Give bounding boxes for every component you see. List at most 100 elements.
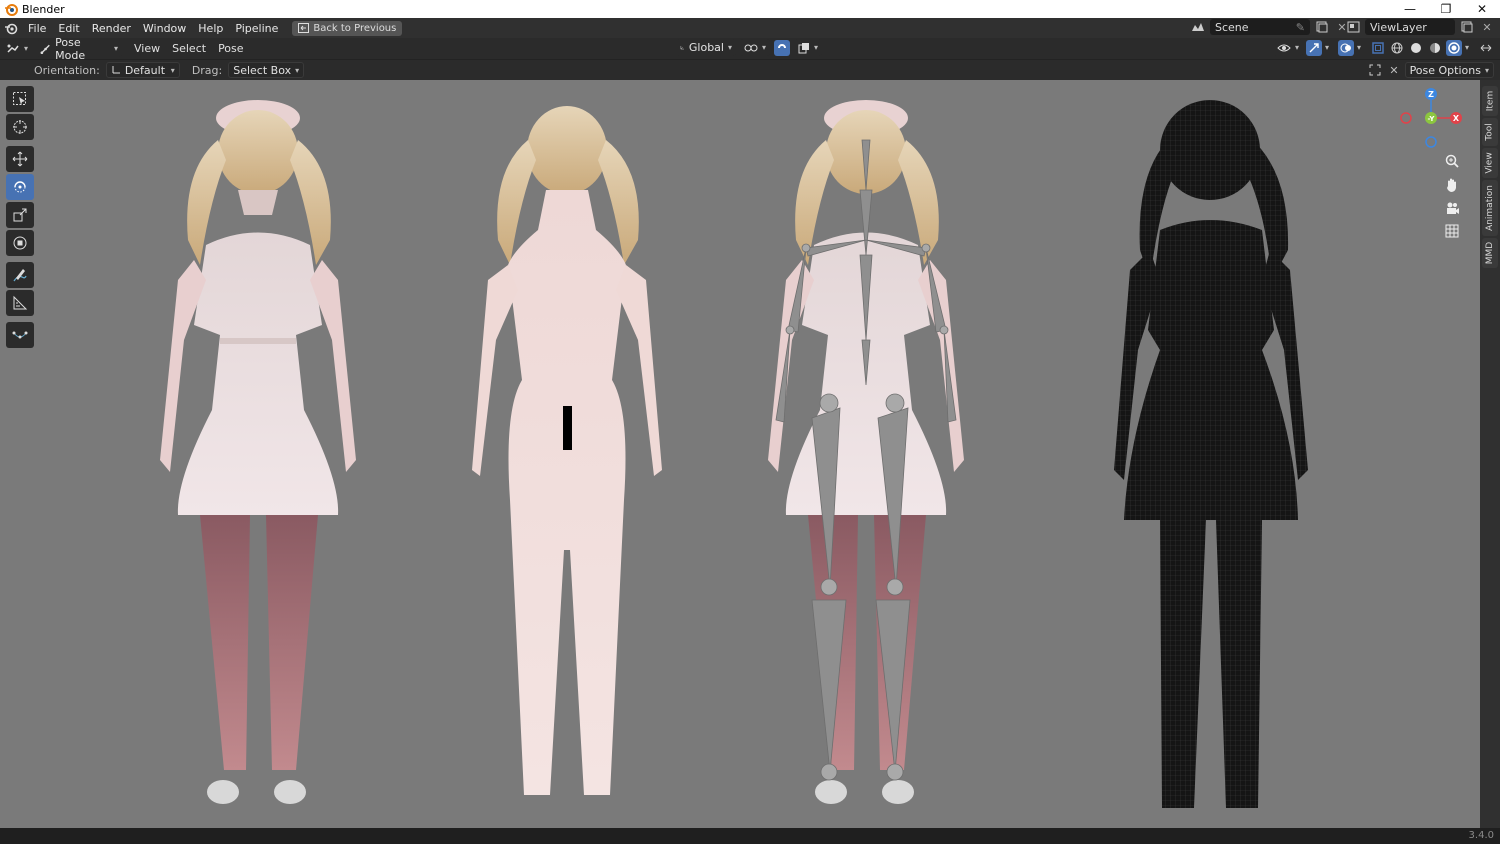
top-bar: File Edit Render Window Help Pipeline Ba… xyxy=(0,18,1500,38)
status-bar: 3.4.0 xyxy=(0,828,1500,844)
gizmo-neg-x-axis[interactable] xyxy=(1400,112,1412,124)
sidebar-tabs: Item Tool View Animation MMD xyxy=(1480,80,1500,828)
menu-file[interactable]: File xyxy=(22,22,52,35)
select-box-tool[interactable] xyxy=(6,86,34,112)
tab-item[interactable]: Item xyxy=(1482,86,1498,116)
minimize-button[interactable]: — xyxy=(1392,0,1428,18)
camera-view-button[interactable] xyxy=(1440,197,1464,219)
pose-options-group: ✕ Pose Options ▾ xyxy=(1367,62,1494,78)
visibility-dropdown[interactable]: ▾ xyxy=(1272,39,1303,56)
menu-select[interactable]: Select xyxy=(166,40,212,58)
viewport-header: ▾ Pose Mode ▾ View Select Pose Global ▾ … xyxy=(0,36,1500,62)
menu-edit[interactable]: Edit xyxy=(52,22,85,35)
blender-logo-icon xyxy=(5,4,18,16)
pivot-link-icon xyxy=(744,44,758,51)
gizmo-z-label: Z xyxy=(1428,90,1434,99)
zoom-button[interactable] xyxy=(1440,150,1464,172)
tool-settings-toggle-icon[interactable] xyxy=(1367,62,1383,78)
pose-options-close-icon[interactable]: ✕ xyxy=(1389,64,1398,77)
menu-window[interactable]: Window xyxy=(137,22,192,35)
back-to-previous-button[interactable]: Back to Previous xyxy=(292,20,403,36)
pin-icon[interactable]: ✎ xyxy=(1296,21,1305,34)
transform-tool[interactable] xyxy=(6,230,34,256)
window-title-bar: Blender — ❐ ✕ xyxy=(0,0,1500,18)
tab-tool[interactable]: Tool xyxy=(1482,118,1498,146)
snap-toggle-icon[interactable] xyxy=(774,39,791,56)
navigation-gizmo[interactable]: Z X -Y xyxy=(1396,84,1468,156)
tab-view[interactable]: View xyxy=(1482,148,1498,178)
orientation-dropdown[interactable]: Default ▾ xyxy=(105,62,180,78)
tab-animation-label: Animation xyxy=(1485,185,1496,231)
3d-viewport[interactable]: Z X -Y xyxy=(0,80,1480,828)
character-with-armature[interactable] xyxy=(768,100,964,804)
view-layer-selector: ViewLayer ✕ xyxy=(1345,19,1495,35)
solid-shading-icon[interactable] xyxy=(1408,40,1424,56)
mode-dropdown[interactable]: Pose Mode ▾ xyxy=(36,36,123,62)
gizmo-neg-z-axis[interactable] xyxy=(1425,136,1437,148)
scene-name-field[interactable]: Scene ✎ xyxy=(1210,19,1310,35)
snap-target-dropdown[interactable]: ▾ xyxy=(794,39,823,56)
snap-increment-icon xyxy=(798,42,810,53)
hand-icon xyxy=(1447,178,1456,192)
editor-type-button[interactable]: ▾ xyxy=(0,40,34,58)
rendered-shading-icon[interactable] xyxy=(1445,39,1462,56)
scale-tool[interactable] xyxy=(6,202,34,228)
menu-render[interactable]: Render xyxy=(86,22,137,35)
gizmo-dropdown[interactable]: ▾ xyxy=(1325,43,1329,52)
toggle-sidebar-icon[interactable] xyxy=(1478,40,1494,56)
editor-type-icon xyxy=(7,44,19,53)
orientation-label: Orientation: xyxy=(34,63,100,77)
perspective-toggle-button[interactable] xyxy=(1440,220,1464,242)
annotate-tool[interactable] xyxy=(6,262,34,288)
view-layer-field[interactable]: ViewLayer xyxy=(1365,19,1455,35)
shading-dropdown[interactable]: ▾ xyxy=(1465,43,1469,52)
gizmo-toggle-icon[interactable] xyxy=(1305,39,1322,56)
window-title: Blender xyxy=(22,2,65,16)
restore-button[interactable]: ❐ xyxy=(1428,0,1464,18)
measure-tool[interactable] xyxy=(6,290,34,316)
view-layer-name: ViewLayer xyxy=(1370,20,1427,34)
bone-size-tool[interactable] xyxy=(6,322,34,348)
orientation-axes-icon xyxy=(680,45,685,50)
version-label: 3.4.0 xyxy=(1468,830,1494,841)
drag-dropdown[interactable]: Select Box ▾ xyxy=(228,62,305,78)
tab-view-label: View xyxy=(1485,152,1496,174)
new-scene-icon[interactable] xyxy=(1314,19,1330,35)
xray-toggle-icon[interactable] xyxy=(1370,40,1386,56)
cursor-tool[interactable] xyxy=(6,114,34,140)
transform-orientation-label: Global xyxy=(688,41,724,54)
move-tool[interactable] xyxy=(6,146,34,172)
menu-help[interactable]: Help xyxy=(192,22,229,35)
eye-icon xyxy=(1277,44,1291,51)
menu-view[interactable]: View xyxy=(128,40,166,58)
rotate-tool[interactable] xyxy=(6,174,34,200)
grid-icon xyxy=(1445,224,1459,238)
scene-browse-icon[interactable] xyxy=(1190,19,1206,35)
tab-mmd[interactable]: MMD xyxy=(1482,238,1498,268)
menu-pose[interactable]: Pose xyxy=(212,40,249,58)
scene-name: Scene xyxy=(1215,20,1249,34)
pivot-point-dropdown[interactable]: ▾ xyxy=(740,39,771,56)
character-wireframe[interactable] xyxy=(1114,100,1308,808)
remove-view-layer-icon[interactable]: ✕ xyxy=(1479,19,1495,35)
wireframe-shading-icon[interactable] xyxy=(1389,40,1405,56)
censor-bar xyxy=(563,406,572,450)
view-layer-browse-icon[interactable] xyxy=(1345,19,1361,35)
magnifier-icon xyxy=(1445,154,1459,168)
orientation-value: Default xyxy=(124,63,166,77)
material-preview-shading-icon[interactable] xyxy=(1427,40,1443,56)
menu-pipeline[interactable]: Pipeline xyxy=(229,22,284,35)
pan-button[interactable] xyxy=(1440,174,1464,196)
pose-options-label: Pose Options xyxy=(1409,63,1481,77)
pose-options-dropdown[interactable]: Pose Options ▾ xyxy=(1404,62,1494,78)
transform-orientation-dropdown[interactable]: Global ▾ xyxy=(676,39,736,56)
character-clothed[interactable] xyxy=(160,100,356,804)
blender-menu-icon[interactable] xyxy=(0,21,22,35)
overlay-toggle-icon[interactable] xyxy=(1337,39,1354,56)
mode-label: Pose Mode xyxy=(55,35,86,62)
close-button[interactable]: ✕ xyxy=(1464,0,1500,18)
new-view-layer-icon[interactable] xyxy=(1459,19,1475,35)
tab-animation[interactable]: Animation xyxy=(1482,180,1498,236)
overlay-dropdown[interactable]: ▾ xyxy=(1357,43,1361,52)
character-base-body[interactable] xyxy=(472,106,662,795)
